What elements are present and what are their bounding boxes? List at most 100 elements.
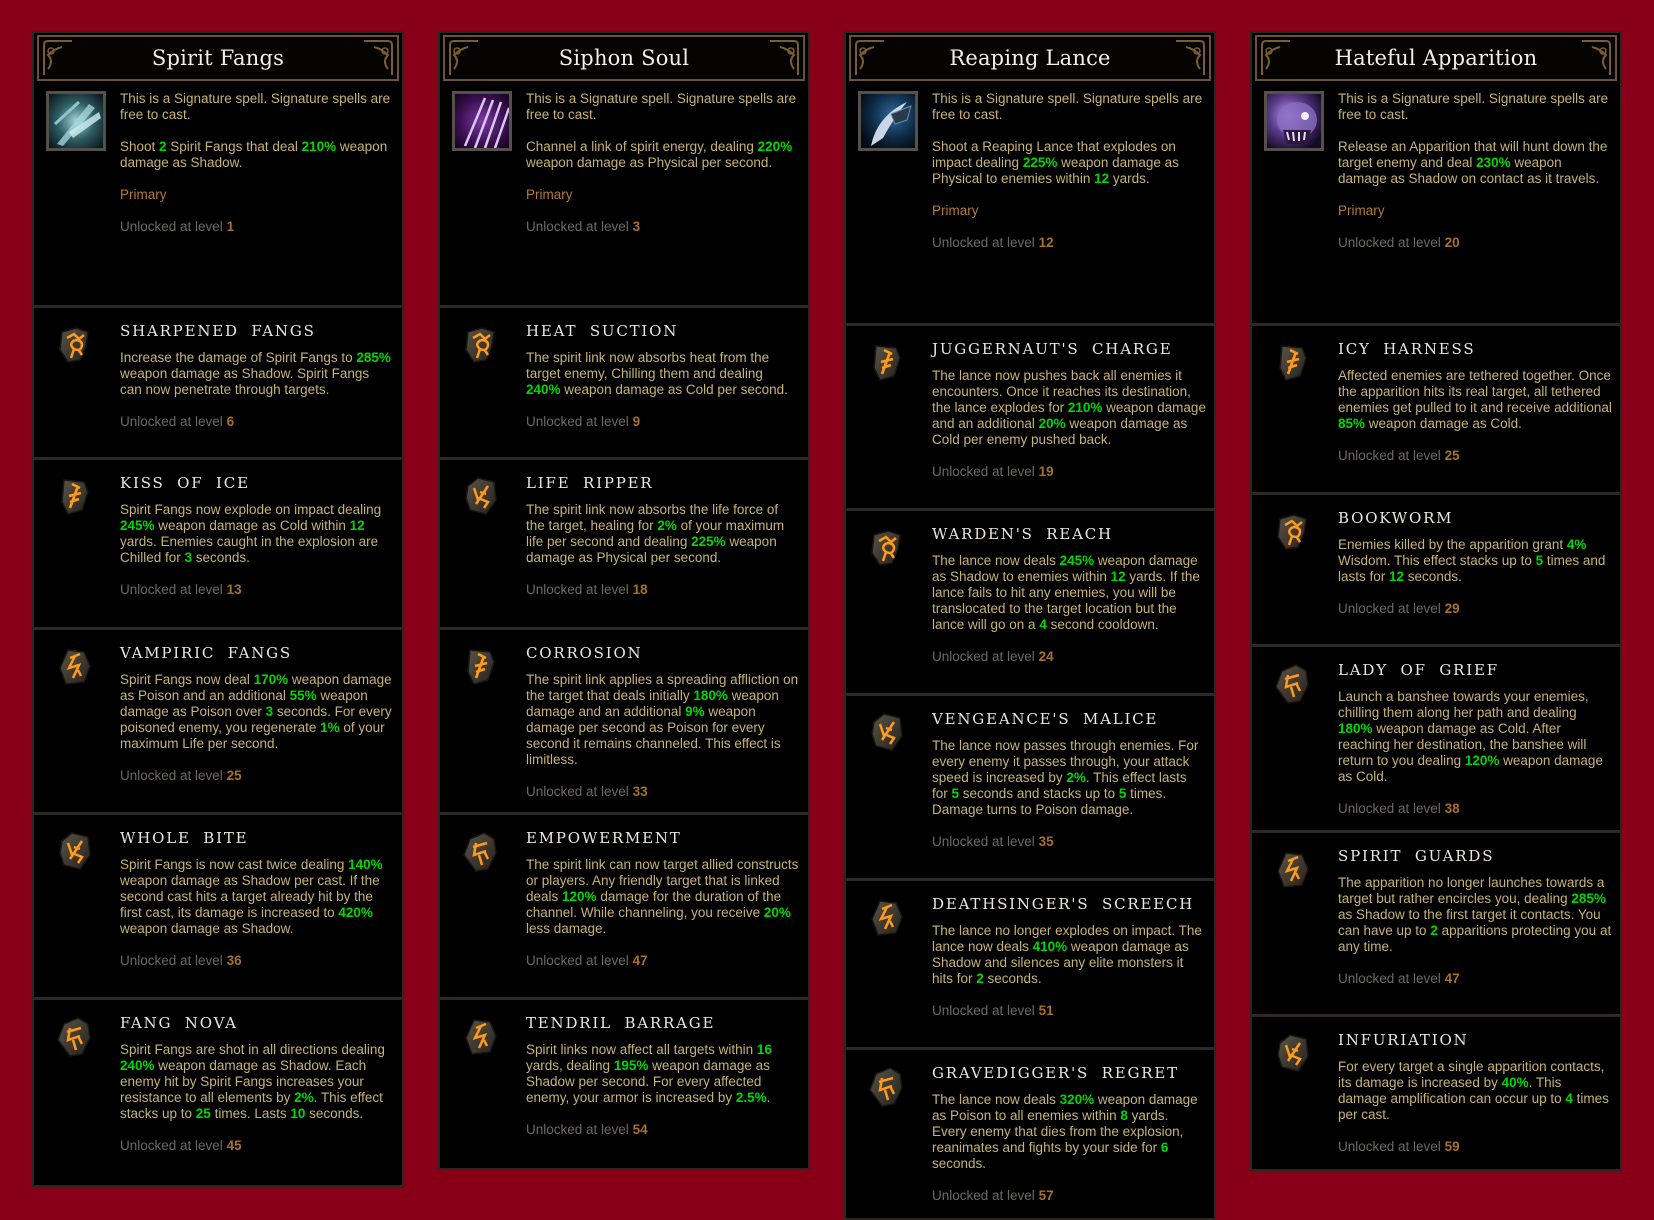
highlight-value: 245% (120, 518, 155, 533)
ornament-corner-icon (1581, 40, 1611, 76)
rune-obsidian-icon (871, 900, 903, 936)
description-text: Shoot (120, 139, 160, 154)
rune-text: Whole Bite Spirit Fangs is now cast twice… (120, 827, 394, 969)
description-text: weapon damage as Physical per second. (526, 155, 773, 170)
description-text: weapon damage as Cold within (154, 518, 350, 533)
ornament-corner-icon (363, 40, 393, 76)
description-text: seconds and stacks up to (959, 786, 1119, 801)
rune-text: Lady of Grief Launch a banshee towards yo… (1338, 659, 1612, 817)
rune-name: Sharpened Fangs (120, 322, 316, 340)
rune-section: Kiss of Ice Spirit Fangs now explode on i… (34, 460, 402, 630)
rune-section: Bookworm Enemies killed by the apparition… (1252, 495, 1620, 647)
rune-indigo-icon (467, 649, 495, 685)
rune-description: The spirit link now absorbs the life for… (526, 502, 800, 566)
rune-section: Lady of Grief Launch a banshee towards yo… (1252, 647, 1620, 833)
description-text: Enemies killed by the apparition grant (1338, 537, 1567, 552)
unlock-level-value: 25 (226, 768, 242, 783)
unlock-label: Unlocked at level (1338, 601, 1445, 616)
highlight-value: 230% (1476, 155, 1511, 170)
unlock-level-value: 3 (632, 219, 641, 234)
highlight-value: 4 (1565, 1091, 1573, 1106)
unlock-label: Unlocked at level (526, 414, 633, 429)
unlock-label: Unlocked at level (526, 582, 633, 597)
rune-name: Juggernaut's Charge (932, 340, 1173, 358)
highlight-value: 5 (1535, 553, 1544, 568)
unlock-label: Unlocked at level (526, 953, 633, 968)
unlock-level-value: 12 (1038, 235, 1054, 250)
highlight-value: 40% (1501, 1075, 1529, 1090)
rune-name: Icy Harness (1338, 340, 1476, 358)
description-text: The lance now deals (932, 553, 1060, 568)
highlight-value: 2% (294, 1090, 314, 1105)
rune-obsidian-icon (465, 1019, 497, 1055)
ornament-corner-icon (1175, 40, 1205, 76)
unlock-level: Unlocked at level 13 (120, 582, 394, 598)
description-text: times. Lasts (210, 1106, 291, 1121)
unlock-label: Unlocked at level (120, 953, 227, 968)
highlight-value: 25 (195, 1106, 211, 1121)
rune-crimson-icon (465, 327, 495, 363)
highlight-value: 16 (756, 1042, 772, 1057)
description-text: Affected enemies are tethered together. … (1338, 368, 1612, 415)
skill-category: Primary (1338, 203, 1385, 218)
unlock-level-value: 19 (1038, 464, 1054, 479)
highlight-value: 9% (685, 704, 705, 719)
description-text: The spirit link now absorbs heat from th… (526, 350, 770, 381)
description-text: Spirit Fangs are shot in all directions … (120, 1042, 385, 1057)
rune-text: Heat Suction The spirit link now absorbs … (526, 320, 800, 430)
skill-text: This is a Signature spell. Signature spe… (932, 91, 1206, 251)
description-text: second cooldown. (1046, 617, 1159, 632)
unlock-label: Unlocked at level (1338, 235, 1445, 250)
unlock-level: Unlocked at level 59 (1338, 1139, 1612, 1155)
rune-text: Empowerment The spirit link can now targe… (526, 827, 800, 969)
rune-description: Spirit Fangs are shot in all directions … (120, 1042, 394, 1122)
unlock-label: Unlocked at level (1338, 448, 1445, 463)
skill-description: Shoot 2 Spirit Fangs that deal 210% weap… (120, 139, 394, 171)
rune-name: Spirit Guards (1338, 847, 1495, 865)
unlock-level: Unlocked at level 3 (526, 219, 800, 235)
unlock-label: Unlocked at level (120, 768, 227, 783)
rune-name: Warden's Reach (932, 525, 1113, 543)
unlock-label: Unlocked at level (1338, 971, 1445, 986)
unlock-level: Unlocked at level 24 (932, 649, 1206, 665)
rune-description: Spirit Fangs now deal 170% weapon damage… (120, 672, 394, 752)
signature-note: This is a Signature spell. Signature spe… (526, 91, 797, 122)
panel-header: Siphon Soul (443, 35, 805, 81)
description-text: The lance now deals (932, 1092, 1060, 1107)
unlock-level: Unlocked at level 45 (120, 1138, 394, 1154)
unlock-level: Unlocked at level 54 (526, 1122, 800, 1138)
highlight-value: 2% (1066, 770, 1086, 785)
unlock-label: Unlocked at level (526, 219, 633, 234)
rune-section: Whole Bite Spirit Fangs is now cast twice… (34, 815, 402, 1000)
highlight-value: 5 (951, 786, 960, 801)
rune-obsidian-icon (59, 649, 91, 685)
unlock-level-value: 9 (632, 414, 641, 429)
highlight-value: 2 (1430, 923, 1438, 938)
unlock-level: Unlocked at level 38 (1338, 801, 1612, 817)
description-text: seconds. (192, 550, 250, 565)
highlight-value: 4 (1039, 617, 1047, 632)
rune-section: Empowerment The spirit link can now targe… (440, 815, 808, 1000)
skill-text: This is a Signature spell. Signature spe… (120, 91, 394, 235)
skill-text: This is a Signature spell. Signature spe… (526, 91, 800, 235)
highlight-value: 85% (1338, 416, 1366, 431)
rune-section: Deathsinger's Screech The lance no longer… (846, 881, 1214, 1050)
rune-indigo-icon (873, 345, 901, 381)
unlock-label: Unlocked at level (120, 1138, 227, 1153)
ornament-corner-icon (855, 40, 885, 76)
unlock-label: Unlocked at level (526, 1122, 633, 1137)
highlight-value: 410% (1032, 939, 1068, 954)
base-skill-section: This is a Signature spell. Signature spe… (34, 81, 402, 308)
description-text: . (766, 1090, 771, 1105)
spirit-fangs-icon (46, 91, 106, 151)
unlock-level-value: 13 (226, 582, 242, 597)
rune-name: Corrosion (526, 644, 643, 662)
hateful-apparition-icon (1264, 91, 1324, 151)
highlight-value: 180% (693, 688, 728, 703)
base-skill-section: This is a Signature spell. Signature spe… (846, 81, 1214, 326)
description-text: weapon damage as Shadow. Spirit Fangs ca… (120, 366, 370, 397)
signature-note: This is a Signature spell. Signature spe… (932, 91, 1203, 122)
unlock-level: Unlocked at level 57 (932, 1188, 1206, 1204)
rune-indigo-icon (61, 479, 89, 515)
highlight-value: 240% (120, 1058, 155, 1073)
